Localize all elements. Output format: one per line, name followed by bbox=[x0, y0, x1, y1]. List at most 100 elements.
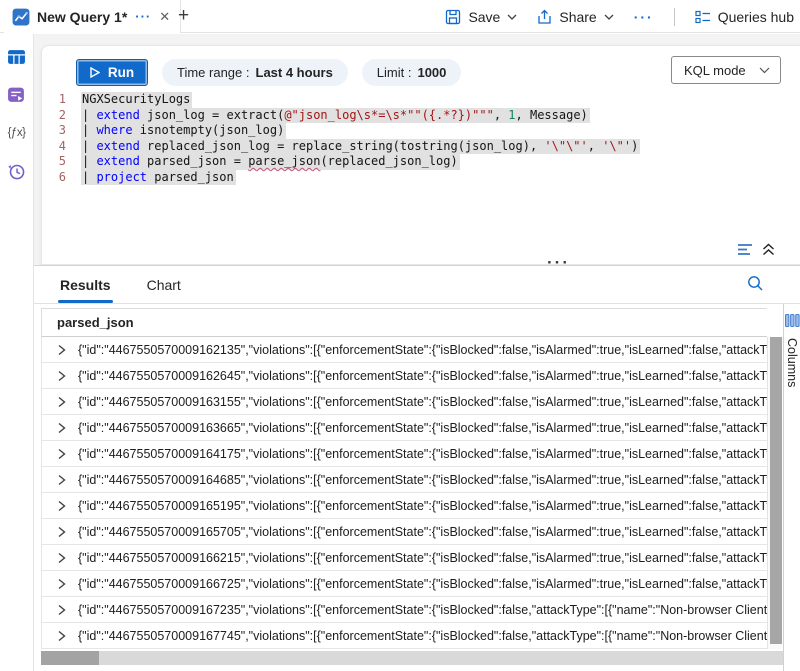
code-line[interactable]: 4| extend replaced_json_log = replace_st… bbox=[42, 139, 800, 155]
query-toolbar: Run Time range : Last 4 hours Limit : 10… bbox=[42, 46, 800, 90]
code-line[interactable]: 1 NGXSecurityLogs bbox=[42, 92, 800, 108]
code-text: NGXSecurityLogs bbox=[81, 92, 192, 108]
table-row[interactable]: {"id":"4467550570009166215","violations"… bbox=[41, 545, 767, 571]
table-row[interactable]: {"id":"4467550570009164175","violations"… bbox=[41, 441, 767, 467]
history-icon[interactable] bbox=[7, 161, 27, 181]
table-row[interactable]: {"id":"4467550570009163665","violations"… bbox=[41, 415, 767, 441]
row-json-value: {"id":"4467550570009165195","violations"… bbox=[78, 499, 767, 513]
code-editor[interactable]: 1 NGXSecurityLogs 2 | extend json_log = ext… bbox=[42, 92, 800, 234]
row-json-value: {"id":"4467550570009162645","violations"… bbox=[78, 369, 767, 383]
code-text: | extend json_log = extract(@"json_log\s… bbox=[81, 108, 590, 124]
collapse-editor-icon[interactable] bbox=[762, 243, 775, 256]
query-editor-panel: Run Time range : Last 4 hours Limit : 10… bbox=[41, 45, 800, 265]
code-line[interactable]: 2 | extend json_log = extract(@"json_log\… bbox=[42, 108, 800, 124]
functions-icon[interactable]: {ƒx} bbox=[7, 123, 27, 143]
expand-row-button[interactable] bbox=[56, 551, 67, 565]
code-text: | extend parsed_json = parse_json(replac… bbox=[81, 154, 460, 170]
expand-row-button[interactable] bbox=[56, 629, 67, 643]
queries-hub-button[interactable]: Queries hub bbox=[695, 9, 794, 25]
columns-side-panel[interactable]: Columns bbox=[783, 304, 800, 671]
code-text: | extend replaced_json_log = replace_str… bbox=[81, 139, 640, 155]
expand-chevron-icon bbox=[56, 473, 67, 487]
code-line[interactable]: 3| where isnotempty(json_log) bbox=[42, 123, 800, 139]
share-label: Share bbox=[559, 9, 596, 25]
columns-panel-label[interactable]: Columns bbox=[785, 338, 799, 387]
chevron-down-icon bbox=[759, 67, 770, 74]
splitter-handle[interactable]: ··· bbox=[547, 258, 570, 268]
results-tab-bar: Results Chart bbox=[34, 266, 800, 304]
save-icon bbox=[445, 9, 461, 25]
results-view-tab-results[interactable]: Results bbox=[58, 277, 113, 303]
new-tab-button[interactable]: + bbox=[178, 4, 189, 28]
table-row[interactable]: {"id":"4467550570009167235","violations"… bbox=[41, 597, 767, 623]
save-label: Save bbox=[468, 9, 500, 25]
run-label: Run bbox=[108, 65, 134, 80]
vertical-scrollbar-thumb[interactable] bbox=[770, 337, 782, 644]
save-button[interactable]: Save bbox=[445, 9, 517, 25]
row-json-value: {"id":"4467550570009164685","violations"… bbox=[78, 473, 767, 487]
row-json-value: {"id":"4467550570009166215","violations"… bbox=[78, 551, 767, 565]
expand-row-button[interactable] bbox=[56, 499, 67, 513]
queries-icon[interactable] bbox=[7, 85, 27, 105]
column-header[interactable]: parsed_json bbox=[41, 308, 767, 337]
table-row[interactable]: {"id":"4467550570009165195","violations"… bbox=[41, 493, 767, 519]
code-line[interactable]: 6| project parsed_json bbox=[42, 170, 800, 186]
more-horizontal-icon: ··· bbox=[634, 9, 654, 25]
editor-format-icon[interactable] bbox=[737, 243, 753, 256]
expand-row-button[interactable] bbox=[56, 525, 67, 539]
limit-value: 1000 bbox=[417, 65, 446, 80]
expand-chevron-icon bbox=[56, 499, 67, 513]
table-row[interactable]: {"id":"4467550570009162645","violations"… bbox=[41, 363, 767, 389]
horizontal-scrollbar[interactable] bbox=[41, 651, 783, 665]
expand-row-button[interactable] bbox=[56, 395, 67, 409]
expand-row-button[interactable] bbox=[56, 473, 67, 487]
code-text: | project parsed_json bbox=[81, 170, 236, 186]
table-row[interactable]: {"id":"4467550570009163155","violations"… bbox=[41, 389, 767, 415]
table-row[interactable]: {"id":"4467550570009164685","violations"… bbox=[41, 467, 767, 493]
tab-bar: New Query 1* ··· ✕ + Save Share bbox=[0, 0, 800, 33]
row-json-value: {"id":"4467550570009166725","violations"… bbox=[78, 577, 767, 591]
kql-mode-select[interactable]: KQL mode bbox=[671, 56, 781, 84]
query-tab[interactable]: New Query 1* ··· ✕ bbox=[4, 0, 181, 33]
tab-more-icon[interactable]: ··· bbox=[135, 9, 151, 24]
grid-body: {"id":"4467550570009162135","violations"… bbox=[41, 337, 767, 649]
expand-row-button[interactable] bbox=[56, 369, 67, 383]
expand-chevron-icon bbox=[56, 421, 67, 435]
expand-chevron-icon bbox=[56, 577, 67, 591]
expand-row-button[interactable] bbox=[56, 421, 67, 435]
more-actions-button[interactable]: ··· bbox=[634, 9, 654, 25]
expand-chevron-icon bbox=[56, 603, 67, 617]
queries-hub-icon bbox=[695, 10, 711, 24]
vertical-scrollbar[interactable] bbox=[767, 337, 783, 649]
row-json-value: {"id":"4467550570009163665","violations"… bbox=[78, 421, 767, 435]
expand-row-button[interactable] bbox=[56, 603, 67, 617]
expand-row-button[interactable] bbox=[56, 447, 67, 461]
share-button[interactable]: Share bbox=[537, 9, 613, 25]
table-row[interactable]: {"id":"4467550570009162135","violations"… bbox=[41, 337, 767, 363]
horizontal-scrollbar-thumb[interactable] bbox=[41, 651, 99, 665]
line-number: 1 bbox=[42, 92, 66, 108]
results-grid: parsed_json {"id":"4467550570009162135",… bbox=[41, 308, 767, 649]
expand-row-button[interactable] bbox=[56, 343, 67, 357]
close-tab-icon[interactable]: ✕ bbox=[159, 9, 170, 25]
chevron-down-icon bbox=[507, 14, 517, 20]
expand-chevron-icon bbox=[56, 395, 67, 409]
line-number: 2 bbox=[42, 108, 66, 124]
expand-chevron-icon bbox=[56, 369, 67, 383]
limit-filter[interactable]: Limit : 1000 bbox=[362, 59, 462, 86]
expand-row-button[interactable] bbox=[56, 577, 67, 591]
table-row[interactable]: {"id":"4467550570009165705","violations"… bbox=[41, 519, 767, 545]
table-row[interactable]: {"id":"4467550570009166725","violations"… bbox=[41, 571, 767, 597]
search-button[interactable] bbox=[747, 275, 764, 295]
limit-label: Limit : bbox=[377, 65, 412, 80]
results-view-tab-chart[interactable]: Chart bbox=[145, 277, 183, 303]
time-range-filter[interactable]: Time range : Last 4 hours bbox=[162, 59, 348, 86]
row-json-value: {"id":"4467550570009162135","violations"… bbox=[78, 343, 767, 357]
tables-icon[interactable] bbox=[7, 47, 27, 67]
columns-icon bbox=[785, 314, 800, 327]
code-line[interactable]: 5| extend parsed_json = parse_json(repla… bbox=[42, 154, 800, 170]
table-row[interactable]: {"id":"4467550570009167745","violations"… bbox=[41, 623, 767, 649]
time-range-value: Last 4 hours bbox=[256, 65, 333, 80]
expand-chevron-icon bbox=[56, 551, 67, 565]
run-button[interactable]: Run bbox=[76, 59, 148, 86]
